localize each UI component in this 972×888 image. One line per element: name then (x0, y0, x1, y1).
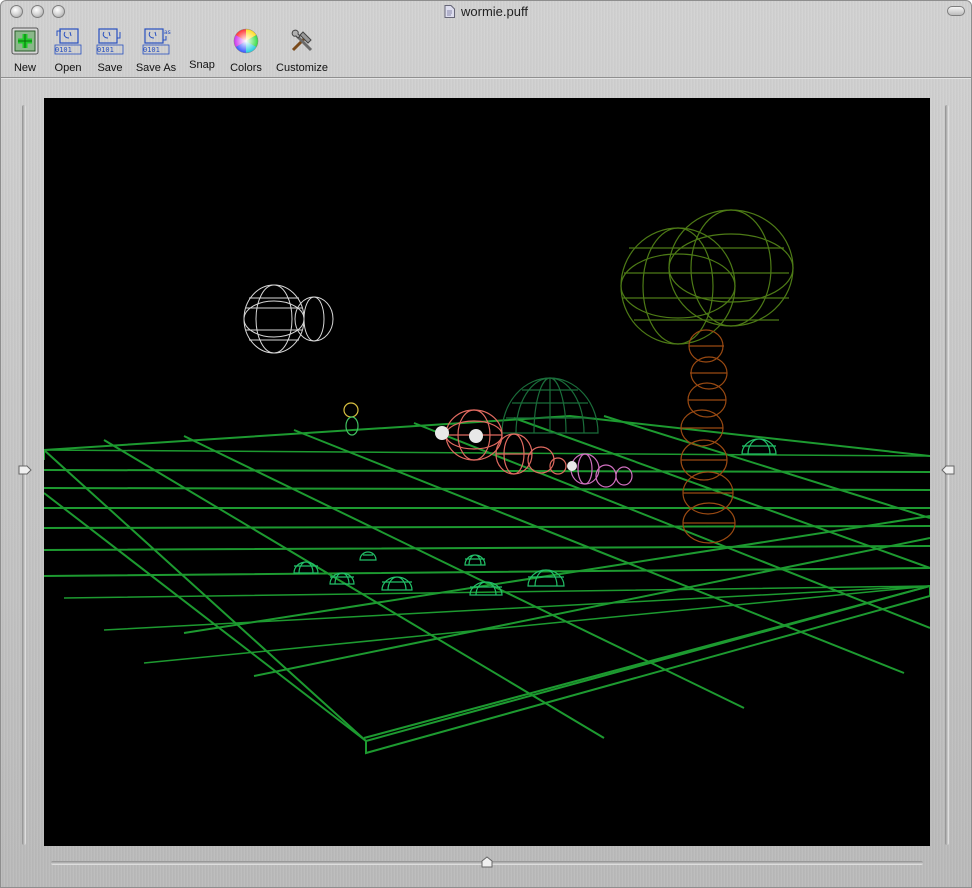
right-vertical-slider-track[interactable] (945, 105, 949, 845)
customize-button[interactable]: Customize (273, 26, 331, 74)
worm-tail-eye (567, 461, 577, 471)
tools-icon (291, 29, 313, 52)
window-title: wormie.puff (461, 4, 528, 19)
new-document-icon (11, 27, 39, 55)
colors-label: Colors (230, 62, 262, 74)
window-title-area: wormie.puff (1, 4, 971, 19)
svg-text:0101: 0101 (143, 46, 160, 54)
left-slider-thumb[interactable] (18, 465, 32, 475)
left-vertical-slider-track[interactable] (22, 105, 26, 845)
svg-text:0101: 0101 (55, 46, 72, 54)
worm-eye-right (469, 429, 483, 443)
new-label: New (13, 62, 36, 74)
bottom-slider-thumb[interactable] (481, 856, 493, 868)
save-button[interactable]: 0101 Save (93, 26, 127, 74)
open-label: Open (54, 62, 82, 74)
color-wheel-icon (233, 28, 259, 54)
open-binary-icon: 0101 (54, 28, 82, 55)
snap-label: Snap (189, 59, 215, 71)
colors-button[interactable]: Colors (227, 26, 265, 74)
svg-text:0101: 0101 (97, 46, 114, 54)
save-as-binary-icon: as 0101 (142, 28, 171, 55)
save-as-label: Save As (135, 62, 177, 74)
snap-button[interactable]: Snap (186, 26, 218, 71)
toolbar-toggle-button[interactable] (947, 6, 965, 16)
save-as-button[interactable]: as 0101 Save As (134, 26, 178, 74)
toolbar: New 0101 Open 0101 Save as 0101 Save As … (1, 23, 971, 75)
worm-eye-left (435, 426, 449, 440)
toolbar-divider-highlight (1, 78, 971, 79)
right-slider-thumb[interactable] (941, 465, 955, 475)
application-window: wormie.puff New 0101 Open 0101 Save as 0… (0, 0, 972, 888)
open-button[interactable]: 0101 Open (51, 26, 85, 74)
snap-camera-icon (187, 26, 217, 56)
save-binary-icon: 0101 (96, 28, 124, 55)
3d-viewport[interactable] (44, 98, 930, 846)
customize-label: Customize (276, 62, 328, 74)
title-bar[interactable]: wormie.puff (1, 1, 971, 23)
document-icon (444, 5, 456, 18)
new-button[interactable]: New (9, 26, 41, 74)
save-label: Save (97, 62, 123, 74)
svg-text:as: as (164, 29, 171, 36)
